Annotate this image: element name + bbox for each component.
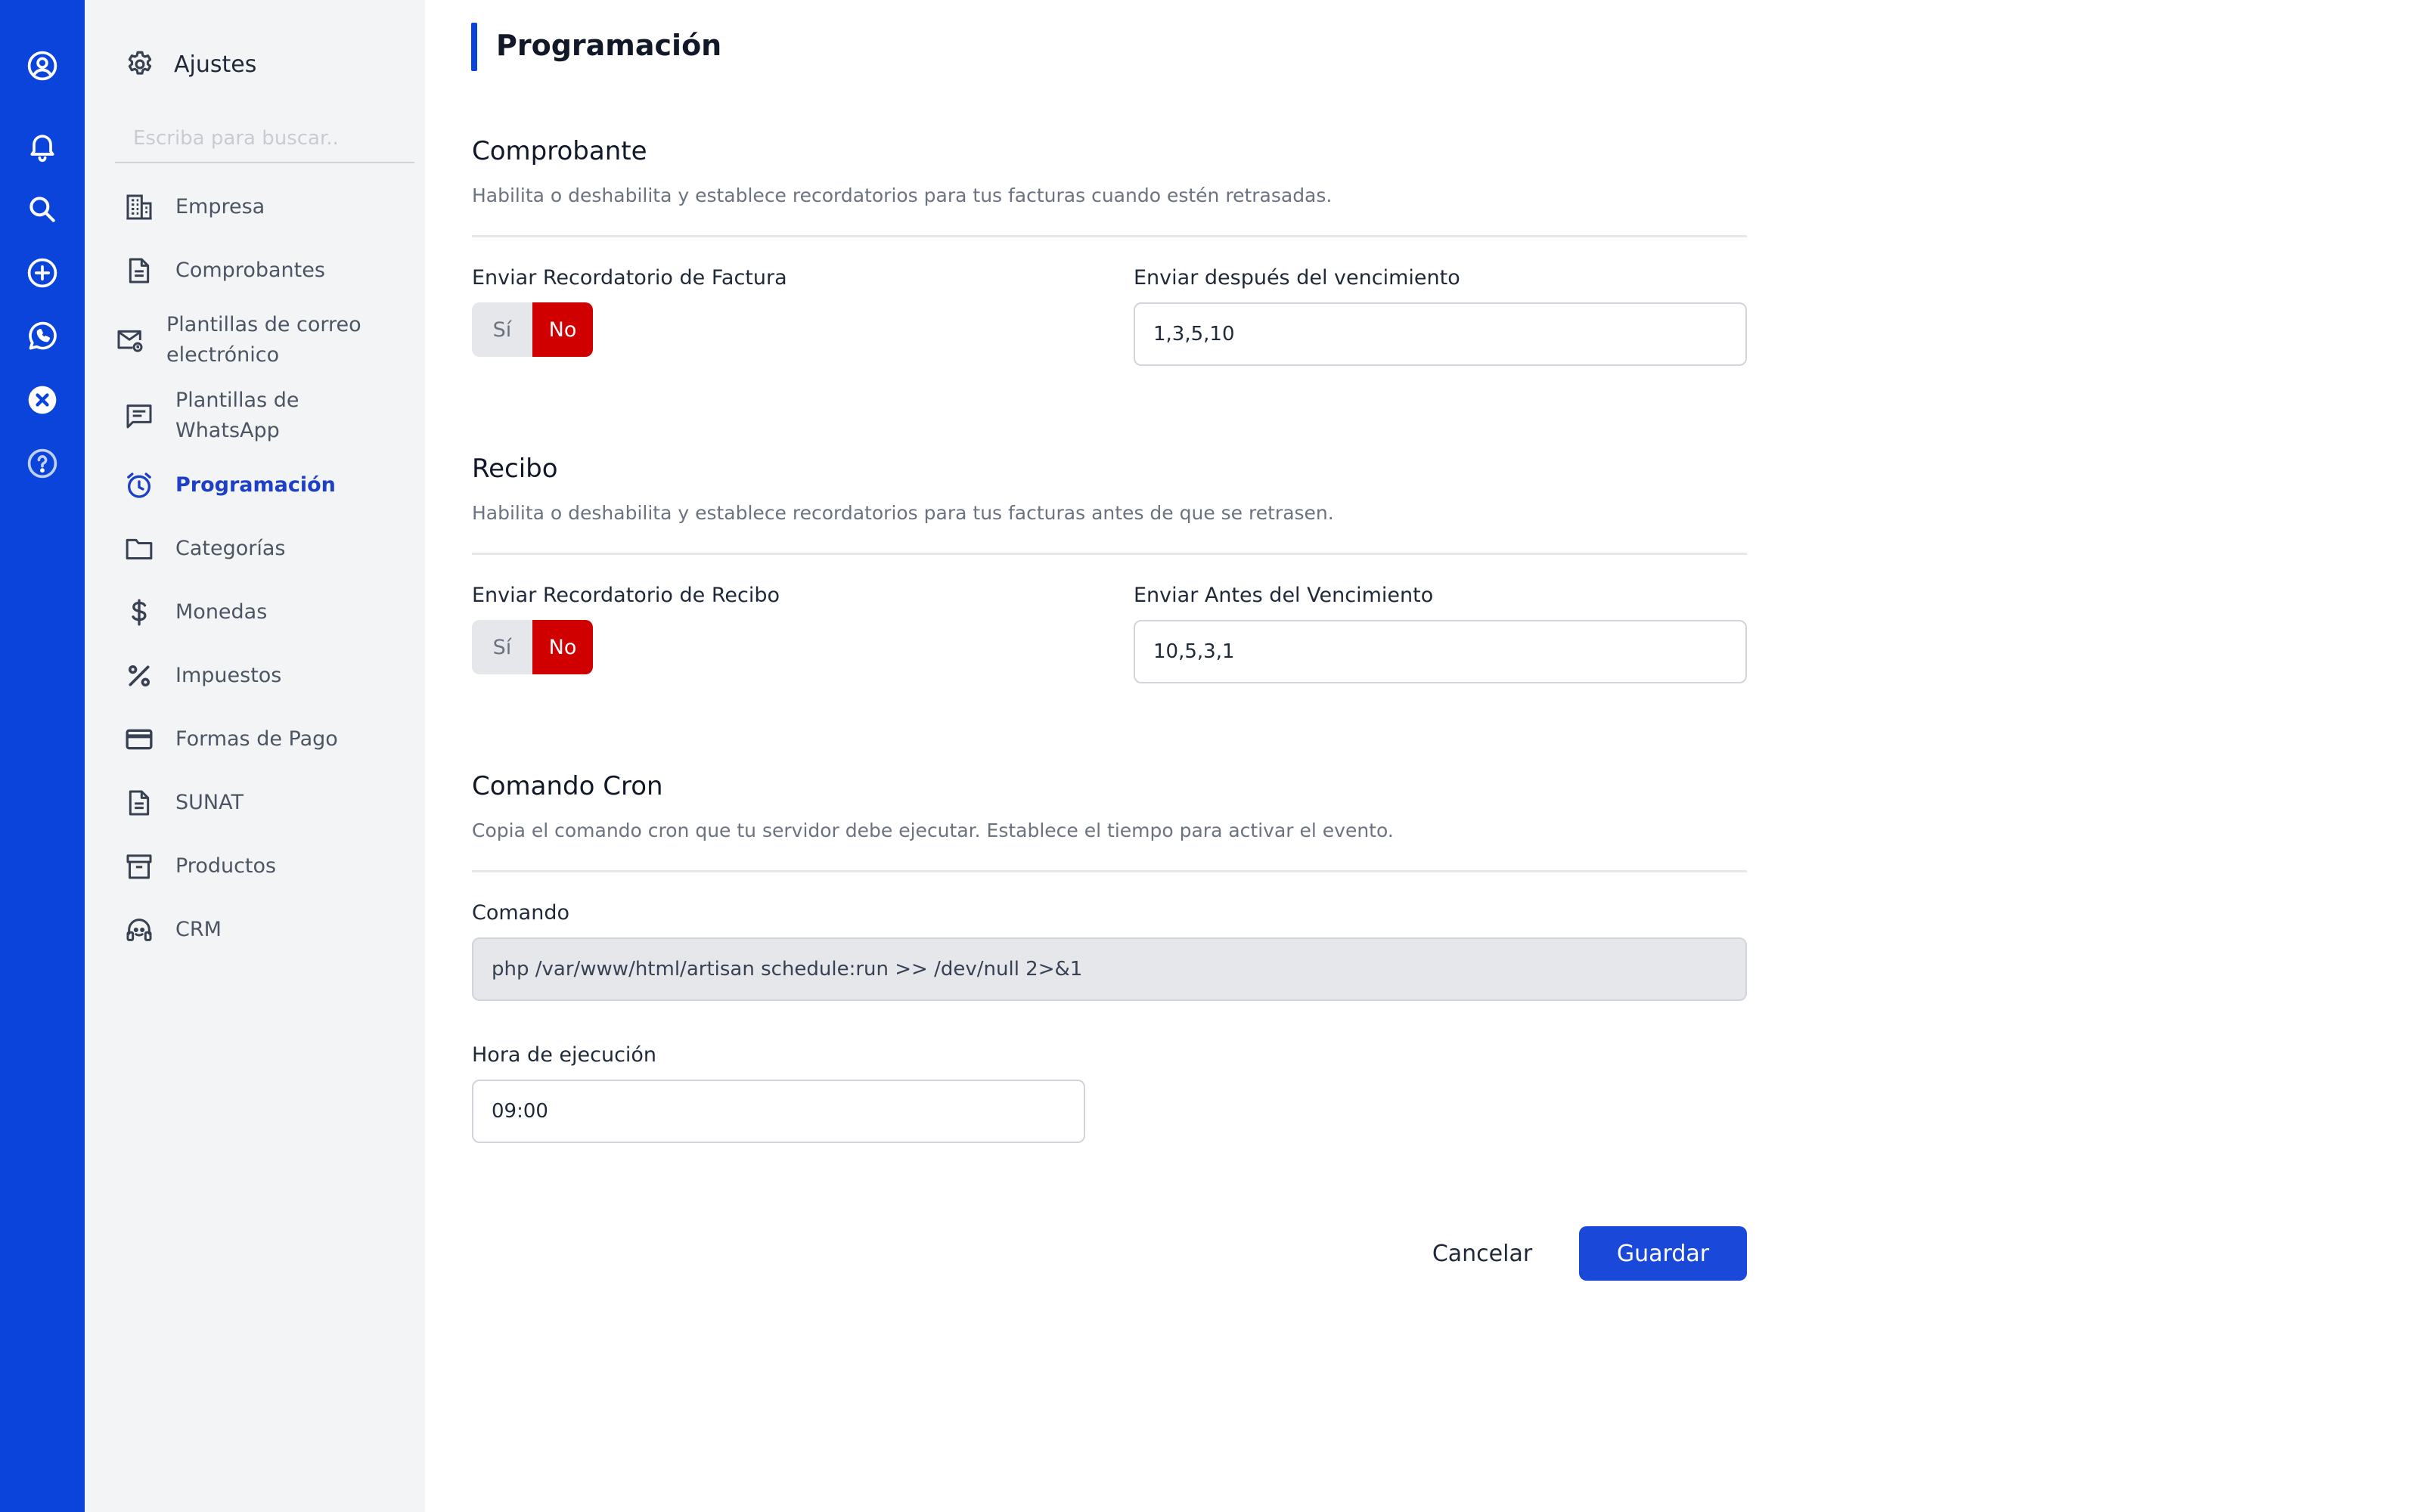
page-title: Programación bbox=[496, 29, 722, 62]
section-title-cron: Comando Cron bbox=[472, 771, 663, 801]
cron-command-field[interactable] bbox=[472, 937, 1747, 1001]
page-title-accent bbox=[471, 23, 477, 71]
receipt-reminder-no[interactable]: No bbox=[532, 620, 593, 674]
sidebar-item-productos[interactable]: Productos bbox=[124, 851, 419, 881]
close-circle-icon[interactable] bbox=[25, 383, 60, 417]
sidebar-header: Ajustes bbox=[124, 48, 256, 80]
sidebar-title: Ajustes bbox=[174, 51, 257, 78]
sidebar-item-formas-pago[interactable]: Formas de Pago bbox=[124, 724, 419, 754]
whatsapp-icon[interactable] bbox=[25, 319, 60, 354]
percent-icon bbox=[128, 665, 150, 686]
sidebar-item-categorias[interactable]: Categorías bbox=[124, 534, 419, 564]
receipt-reminder-yes[interactable]: Sí bbox=[472, 620, 532, 674]
invoice-reminder-yes[interactable]: Sí bbox=[472, 302, 532, 357]
command-label: Comando bbox=[472, 901, 569, 925]
section-desc-comprobante: Habilita o deshabilita y establece recor… bbox=[472, 184, 1333, 206]
section-divider bbox=[472, 235, 1747, 237]
cancel-button[interactable]: Cancelar bbox=[1422, 1226, 1543, 1281]
section-divider bbox=[472, 870, 1747, 872]
settings-search-input[interactable] bbox=[115, 115, 414, 163]
document-icon bbox=[129, 790, 150, 816]
plus-circle-icon[interactable] bbox=[25, 256, 60, 290]
dollar-icon bbox=[132, 599, 147, 626]
building-icon bbox=[126, 194, 152, 220]
receipt-reminder-label: Enviar Recordatorio de Recibo bbox=[472, 584, 780, 607]
section-title-comprobante: Comprobante bbox=[472, 136, 647, 166]
section-title-recibo: Recibo bbox=[472, 454, 558, 484]
save-button[interactable]: Guardar bbox=[1579, 1226, 1747, 1281]
sidebar-item-plantillas-correo[interactable]: Plantillas de correo electrónico bbox=[115, 310, 410, 370]
sidebar-item-programacion[interactable]: Programación bbox=[124, 470, 419, 500]
before-due-input[interactable] bbox=[1134, 620, 1747, 683]
sidebar-item-crm[interactable]: CRM bbox=[124, 915, 419, 945]
document-icon bbox=[129, 258, 150, 284]
user-circle-icon[interactable] bbox=[25, 48, 60, 83]
icon-rail bbox=[0, 0, 85, 1512]
folder-icon bbox=[126, 538, 153, 559]
sidebar-item-empresa[interactable]: Empresa bbox=[124, 192, 419, 222]
gear-icon bbox=[128, 51, 152, 75]
sidebar-item-impuestos[interactable]: Impuestos bbox=[124, 661, 419, 691]
credit-card-icon bbox=[126, 729, 153, 750]
receipt-reminder-toggle: Sí No bbox=[472, 620, 593, 674]
before-due-label: Enviar Antes del Vencimiento bbox=[1134, 584, 1434, 607]
bell-icon[interactable] bbox=[25, 129, 60, 163]
sidebar-item-plantillas-whatsapp[interactable]: Plantillas de WhatsApp bbox=[124, 386, 419, 446]
search-icon[interactable] bbox=[25, 192, 60, 227]
help-circle-icon[interactable] bbox=[25, 446, 60, 481]
section-desc-recibo: Habilita o deshabilita y establece recor… bbox=[472, 502, 1334, 524]
invoice-reminder-toggle: Sí No bbox=[472, 302, 593, 357]
section-desc-cron: Copia el comando cron que tu servidor de… bbox=[472, 820, 1394, 841]
run-time-label: Hora de ejecución bbox=[472, 1043, 657, 1067]
headset-icon bbox=[126, 919, 152, 941]
run-time-input[interactable] bbox=[472, 1080, 1085, 1143]
settings-sidebar: Ajustes Empresa Comprobantes Plantillas … bbox=[85, 0, 425, 1512]
sidebar-item-comprobantes[interactable]: Comprobantes bbox=[124, 256, 419, 286]
sidebar-item-monedas[interactable]: Monedas bbox=[124, 597, 419, 627]
chat-icon bbox=[126, 404, 152, 429]
after-due-label: Enviar después del vencimiento bbox=[1134, 266, 1460, 290]
after-due-input[interactable] bbox=[1134, 302, 1747, 366]
archive-box-icon bbox=[126, 854, 152, 879]
alarm-clock-icon bbox=[127, 472, 151, 498]
section-divider bbox=[472, 553, 1747, 555]
invoice-reminder-label: Enviar Recordatorio de Factura bbox=[472, 266, 787, 290]
sidebar-item-sunat[interactable]: SUNAT bbox=[124, 788, 419, 818]
mail-template-icon bbox=[117, 330, 143, 352]
invoice-reminder-no[interactable]: No bbox=[532, 302, 593, 357]
